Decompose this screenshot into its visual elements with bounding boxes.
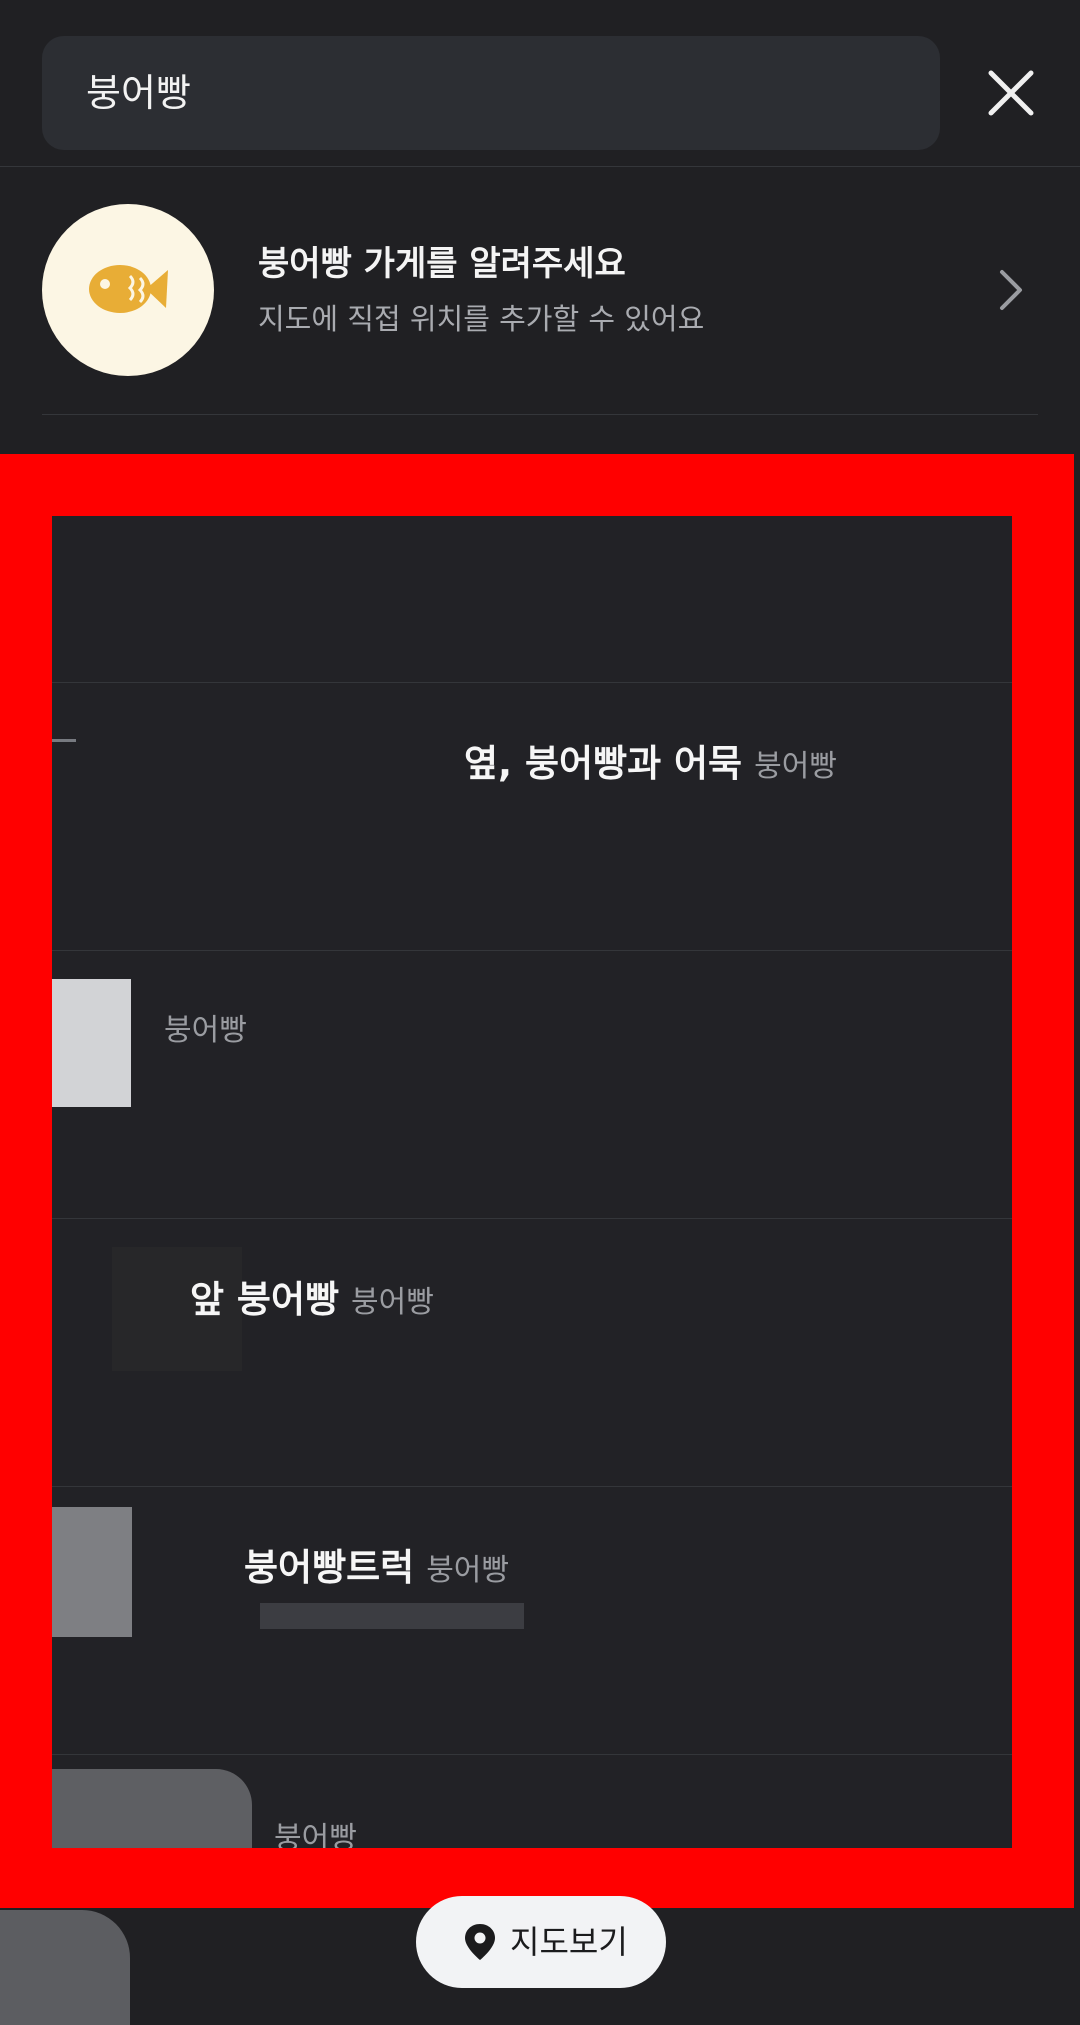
banner-title: 붕어빵 가게를 알려주세요 [258,244,626,284]
banner-subtitle: 지도에 직접 위치를 추가할 수 있어요 [258,302,705,336]
close-button[interactable] [978,60,1044,126]
banner-divider [42,414,1038,415]
close-icon [988,70,1034,116]
result-category: 붕어빵 [351,1285,434,1320]
bottom-thumbnail [0,1910,130,2025]
result-row-2[interactable]: 옆, 붕어빵과 어묵 붕어빵 [52,682,1012,951]
search-results-list: 옆, 붕어빵과 어묵 붕어빵 붕어빵 앞 붕어빵 붕어빵 붕어빵트럭 붕어빵 붕어빵 [52,516,1012,1848]
map-view-button[interactable]: 지도보기 [416,1896,666,1988]
chevron-right-icon [1000,270,1022,310]
result-name: 옆, 붕어빵과 어묵 붕어빵 [464,742,837,785]
search-bar[interactable]: 붕어빵 [42,36,940,150]
map-view-label: 지도보기 [510,1923,628,1961]
result-row-3[interactable]: 붕어빵 [52,950,1012,1219]
result-category: 붕어빵 [754,749,837,784]
add-store-banner[interactable]: 붕어빵 가게를 알려주세요 지도에 직접 위치를 추가할 수 있어요 [0,168,1080,414]
result-category: 붕어빵 [274,1821,357,1848]
result-thumbnail [52,1769,252,1848]
result-name: 붕어빵트럭 붕어빵 [244,1546,510,1589]
result-address-placeholder [260,1603,524,1629]
result-thumbnail [52,739,76,742]
result-row-4[interactable]: 앞 붕어빵 붕어빵 [52,1218,1012,1487]
result-row-6[interactable]: 붕어빵 [52,1754,1012,1848]
fish-avatar [42,204,214,376]
result-name: 앞 붕어빵 붕어빵 [190,1278,434,1321]
result-row-5[interactable]: 붕어빵트럭 붕어빵 [52,1486,1012,1755]
result-category: 붕어빵 [164,1013,247,1048]
header-divider [0,166,1080,167]
result-thumbnail [52,1507,132,1637]
map-pin-icon [465,1924,495,1960]
result-thumbnail [52,979,131,1107]
result-row-1[interactable] [52,516,1012,682]
fish-icon [89,265,168,313]
result-category: 붕어빵 [426,1553,510,1588]
search-input[interactable]: 붕어빵 [86,36,191,150]
